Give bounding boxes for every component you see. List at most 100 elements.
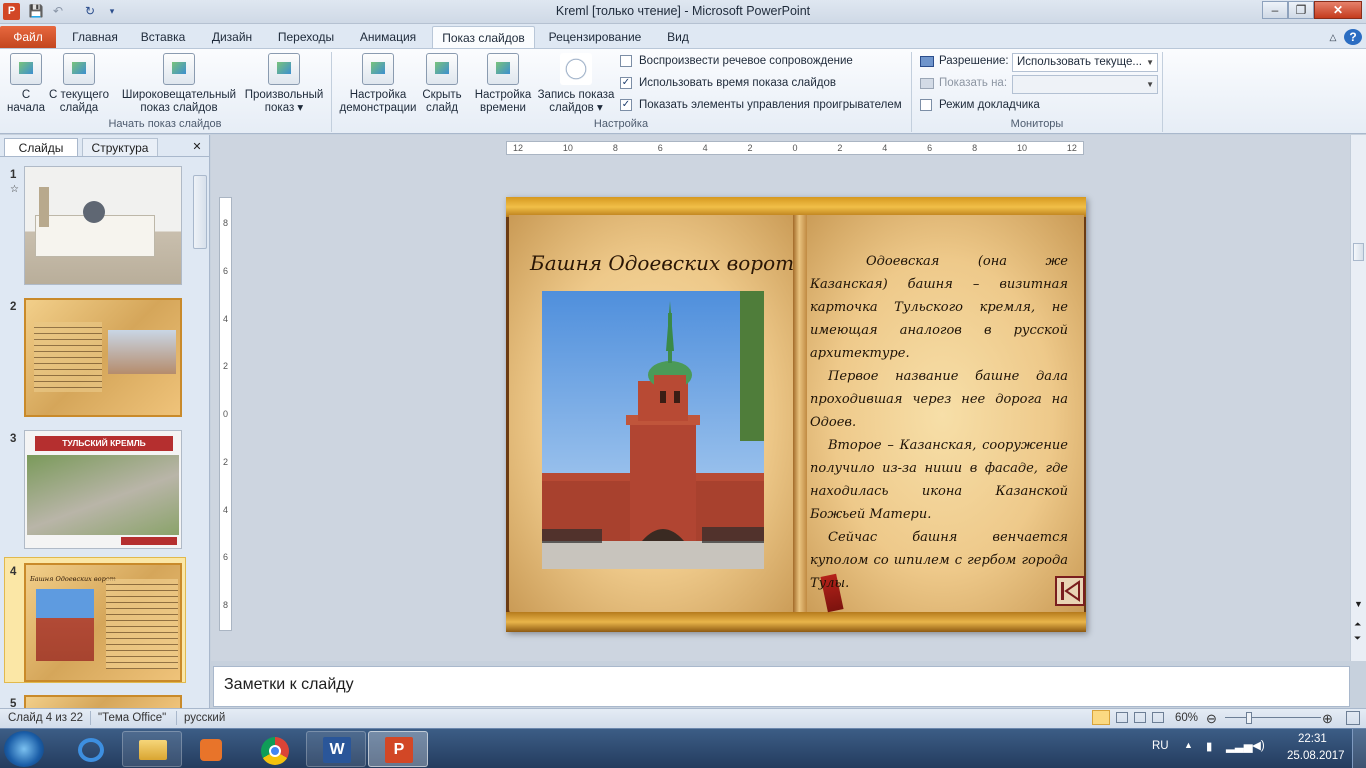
taskbar-chrome[interactable] <box>244 731 304 767</box>
scroll-down-icon[interactable]: ▼ <box>1354 599 1363 609</box>
narration-checkbox[interactable]: Воспроизвести речевое сопровождение <box>620 55 853 67</box>
help-icon[interactable]: ? <box>1344 29 1362 45</box>
theme-indicator[interactable]: "Тема Office" <box>98 709 166 727</box>
from-beginning-button[interactable]: С начала <box>4 51 48 115</box>
slide-thumbnail-3[interactable]: ТУЛЬСКИЙ КРЕМЛЬ <box>24 430 182 549</box>
tab-animations[interactable]: Анимация <box>350 26 426 48</box>
taskbar-media-player[interactable] <box>180 731 240 767</box>
slide-thumbnail-5[interactable] <box>24 695 182 708</box>
use-timings-checkbox[interactable]: ✓ Использовать время показа слайдов <box>620 77 836 89</box>
use-timings-checkbox-box[interactable]: ✓ <box>620 77 632 89</box>
clock-date[interactable]: 25.08.2017 <box>1287 750 1345 762</box>
notes-placeholder: Заметки к слайду <box>224 676 354 693</box>
resolution-label: Разрешение: <box>939 55 1009 67</box>
back-navigation-button[interactable] <box>1055 576 1085 606</box>
reading-view-icon[interactable] <box>1134 712 1146 723</box>
pane-scrollbar-thumb[interactable] <box>193 175 207 249</box>
presenter-view-checkbox-box[interactable] <box>920 99 932 111</box>
volume-icon[interactable]: ◀) <box>1252 738 1265 752</box>
tab-outline[interactable]: Структура <box>82 138 158 156</box>
show-on-select[interactable]: ▼ <box>1012 75 1158 94</box>
zoom-out-icon[interactable]: ⊖ <box>1206 710 1217 728</box>
setup-slideshow-button[interactable]: Настройка демонстрации <box>336 51 420 115</box>
slide-canvas[interactable]: Башня Одоевских ворот Одоевская (она же … <box>506 197 1086 632</box>
ruler-tick-label: 4 <box>222 504 228 515</box>
zoom-slider-thumb[interactable] <box>1246 712 1252 724</box>
next-slide-icon[interactable]: ⏷ <box>1354 633 1361 644</box>
close-button[interactable]: ✕ <box>1314 1 1362 19</box>
setup-show-label-2: демонстрации <box>339 102 417 114</box>
custom-show-button[interactable]: Произвольный показ ▾ <box>240 51 328 115</box>
slide-thumbnail-2[interactable] <box>24 298 182 417</box>
monitor-icon <box>920 77 934 89</box>
tab-slides[interactable]: Слайды <box>4 138 78 156</box>
rehearse-timings-button[interactable]: Настройка времени <box>472 51 534 115</box>
notes-pane[interactable]: Заметки к слайду <box>213 666 1350 707</box>
record-slideshow-button[interactable]: Запись показа слайдов ▾ <box>534 51 618 115</box>
tab-review[interactable]: Рецензирование <box>542 26 648 48</box>
show-hidden-icons[interactable]: ▲ <box>1184 740 1193 750</box>
vertical-ruler: 8 6 4 2 0 2 4 6 8 <box>219 197 232 631</box>
slide-thumbnail-4[interactable]: Башня Одоевских ворот <box>24 563 182 682</box>
narration-checkbox-box[interactable] <box>620 55 632 67</box>
slide-position-indicator[interactable]: Слайд 4 из 22 <box>8 709 83 727</box>
taskbar-word[interactable]: W <box>306 731 366 767</box>
slide-thumbnail-1[interactable] <box>24 166 182 285</box>
slide-title[interactable]: Башня Одоевских ворот <box>530 251 794 275</box>
clock-time[interactable]: 22:31 <box>1298 733 1327 745</box>
presenter-view-checkbox-label: Режим докладчика <box>939 99 1040 111</box>
internet-explorer-icon <box>78 738 104 762</box>
resolution-select[interactable]: Использовать текуще... ▼ <box>1012 53 1158 72</box>
ruler-tick-label: 12 <box>1066 143 1077 153</box>
ruler-tick-label: 8 <box>972 143 978 153</box>
tab-view[interactable]: Вид <box>656 26 700 48</box>
taskbar-internet-explorer[interactable] <box>60 731 120 767</box>
broadcast-slideshow-button[interactable]: Широковещательный показ слайдов <box>118 51 240 115</box>
editor-vertical-scrollbar[interactable]: ▼ ⏶ ⏷ <box>1350 135 1366 661</box>
zoom-slider[interactable] <box>1225 717 1321 718</box>
close-pane-icon[interactable]: ✕ <box>190 138 204 156</box>
show-controls-checkbox-box[interactable]: ✓ <box>620 99 632 111</box>
presenter-view-checkbox[interactable]: Режим докладчика <box>920 99 1040 111</box>
start-button[interactable] <box>4 731 44 767</box>
tower-photo[interactable] <box>542 291 764 569</box>
tab-slide-show[interactable]: Показ слайдов <box>432 26 535 48</box>
stopwatch-icon <box>560 53 592 85</box>
scrollbar-thumb[interactable] <box>1353 243 1364 261</box>
zoom-in-icon[interactable]: ⊕ <box>1322 710 1333 728</box>
normal-view-icon[interactable] <box>1092 710 1110 725</box>
slide-body-text[interactable]: Одоевская (она же Казанская) башня – виз… <box>810 250 1068 595</box>
taskbar-powerpoint[interactable]: P <box>368 731 428 767</box>
taskbar-explorer[interactable] <box>122 731 182 767</box>
input-language[interactable]: RU <box>1152 740 1169 752</box>
slide-sorter-icon[interactable] <box>1116 712 1128 723</box>
broadcast-label-2: показ слайдов <box>140 102 218 114</box>
slideshow-view-icon[interactable] <box>1152 712 1164 723</box>
minimize-ribbon-icon[interactable]: △ <box>1326 26 1340 48</box>
tab-insert[interactable]: Вставка <box>134 26 192 48</box>
tab-home[interactable]: Главная <box>64 26 126 48</box>
restore-button[interactable]: ❐ <box>1288 1 1314 19</box>
tab-design[interactable]: Дизайн <box>202 26 262 48</box>
tab-file[interactable]: Файл <box>0 26 56 48</box>
language-indicator[interactable]: русский <box>184 709 225 727</box>
zoom-level[interactable]: 60% <box>1175 709 1198 727</box>
previous-slide-icon[interactable]: ⏶ <box>1354 619 1361 630</box>
ruler-tick-label: 6 <box>657 143 663 153</box>
slide-paragraph: Первое название башне дала проходившая ч… <box>810 369 1068 430</box>
show-controls-checkbox[interactable]: ✓ Показать элементы управления проигрыва… <box>620 99 902 111</box>
show-desktop-button[interactable] <box>1352 729 1366 768</box>
ruler-tick-label: 12 <box>513 143 524 153</box>
ruler-tick-label: 2 <box>747 143 753 153</box>
tab-transitions[interactable]: Переходы <box>270 26 342 48</box>
group-label-start: Начать показ слайдов <box>108 118 222 130</box>
minimize-button[interactable]: – <box>1262 1 1288 19</box>
fit-to-window-icon[interactable] <box>1346 711 1360 725</box>
hide-slide-button[interactable]: Скрыть слайд <box>420 51 464 115</box>
tower-photo-shape <box>36 589 94 661</box>
from-current-slide-button[interactable]: С текущего слайда <box>48 51 110 115</box>
resolution-select-value: Использовать текуще... <box>1017 56 1142 68</box>
signal-icon[interactable]: ▂▃▅ <box>1226 739 1253 753</box>
battery-icon[interactable]: ▮ <box>1206 739 1212 753</box>
thumbnail-title: Башня Одоевских ворот <box>30 575 116 583</box>
